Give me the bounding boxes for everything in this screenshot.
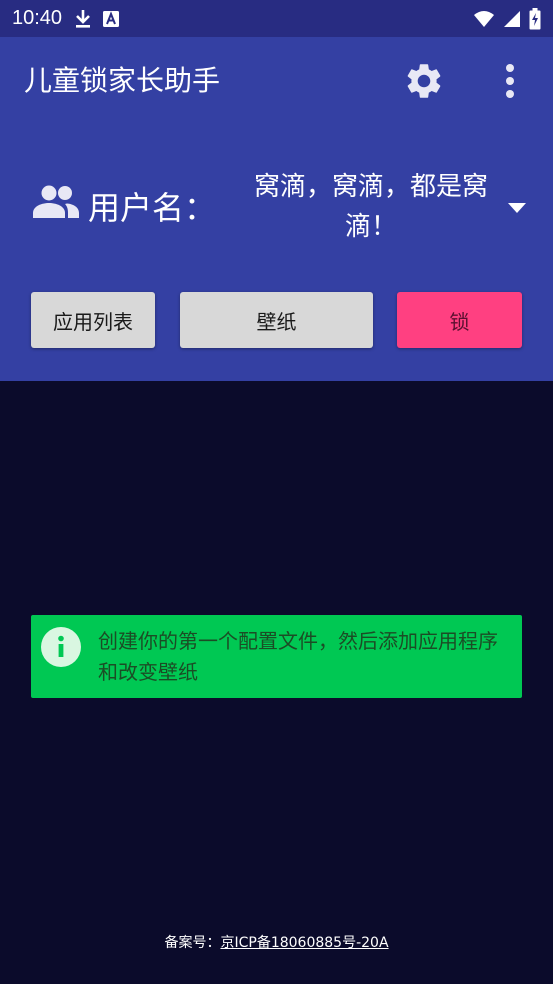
a-box-icon <box>103 10 120 27</box>
app-title: 儿童锁家长助手 <box>24 64 221 97</box>
footer: 备案号：京ICP备18060885号-20A <box>0 932 553 952</box>
signal-icon <box>504 10 520 27</box>
battery-charging-icon <box>529 7 541 29</box>
app-list-button[interactable]: 应用列表 <box>31 292 155 348</box>
info-banner: 创建你的第一个配置文件，然后添加应用程序和改变壁纸 <box>31 615 522 698</box>
more-vert-icon <box>506 64 514 98</box>
status-time: 10:40 <box>12 7 63 29</box>
icp-link[interactable]: 京ICP备18060885号-20A <box>220 935 388 951</box>
status-bar: 10:40 <box>0 0 553 37</box>
wallpaper-button[interactable]: 壁纸 <box>180 292 373 348</box>
users-icon <box>33 185 79 218</box>
username-label: 用户名： <box>88 189 217 227</box>
wifi-icon <box>474 10 494 27</box>
icp-label: 备案号： <box>164 935 221 951</box>
username-dropdown[interactable]: 窝滴，窝滴，都是窝滴！ <box>242 167 532 247</box>
app-root: 10:40 儿童锁家长助手 用户名： 窝滴，窝滴，都是窝滴！ 应用列表 壁纸 锁… <box>0 0 553 984</box>
status-icons-left <box>74 9 120 29</box>
download-icon <box>76 9 91 28</box>
settings-button[interactable] <box>400 57 448 105</box>
status-icons-right <box>473 0 541 37</box>
user-row: 用户名： 窝滴，窝滴，都是窝滴！ <box>32 167 532 247</box>
info-icon <box>41 627 81 667</box>
username-selected-value: 窝滴，窝滴，都是窝滴！ <box>253 172 488 242</box>
gear-icon <box>407 64 441 98</box>
info-message: 创建你的第一个配置文件，然后添加应用程序和改变壁纸 <box>98 629 498 684</box>
app-header: 儿童锁家长助手 用户名： 窝滴，窝滴，都是窝滴！ 应用列表 壁纸 锁 <box>0 37 553 381</box>
dropdown-arrow-icon <box>508 203 526 213</box>
lock-button[interactable]: 锁 <box>397 292 522 348</box>
overflow-menu-button[interactable] <box>490 57 530 105</box>
